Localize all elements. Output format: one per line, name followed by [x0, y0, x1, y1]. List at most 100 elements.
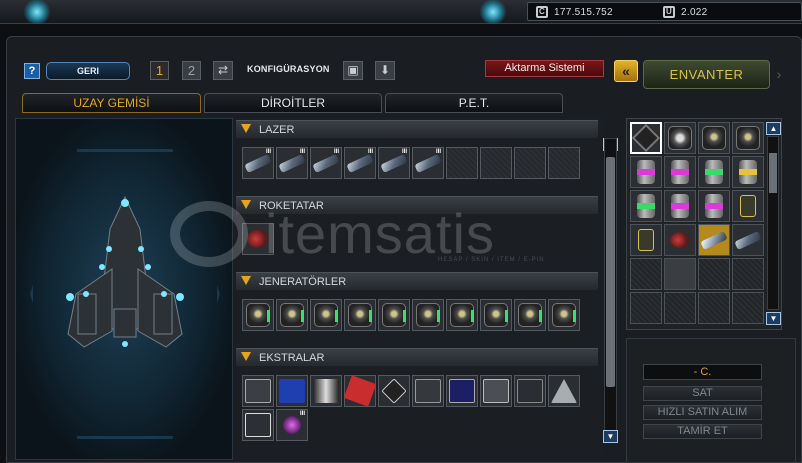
generator-slot[interactable]	[514, 299, 546, 331]
rocket-launcher-slot[interactable]	[242, 223, 274, 255]
ammo-canister-icon	[705, 194, 723, 218]
ammo-canister-icon	[637, 160, 655, 184]
extra-slot[interactable]	[548, 375, 580, 407]
generator-slot[interactable]	[548, 299, 580, 331]
transfer-system-button[interactable]: Aktarma Sistemi	[485, 60, 604, 77]
generator-slot[interactable]	[480, 299, 512, 331]
inventory-item[interactable]	[664, 156, 696, 188]
save-icon[interactable]: ▣	[343, 61, 363, 80]
help-button[interactable]: ?	[24, 63, 40, 79]
generator-slots	[242, 299, 580, 331]
inventory-item[interactable]	[664, 122, 696, 154]
inventory-item[interactable]	[630, 122, 662, 154]
collapse-arrow-icon[interactable]: «	[614, 60, 638, 82]
inventory-item[interactable]	[664, 224, 696, 256]
tab-drones[interactable]: DİROİTLER	[204, 93, 382, 113]
empty-inventory-slot[interactable]	[630, 258, 662, 290]
extra-slot[interactable]	[276, 375, 308, 407]
uridium-display: U 2.022	[663, 4, 708, 20]
empty-inventory-slot[interactable]	[630, 292, 662, 324]
empty-slot[interactable]	[548, 147, 580, 179]
ammo-canister-icon	[739, 160, 757, 184]
empty-inventory-slot[interactable]	[698, 258, 730, 290]
credits-display: C 177.515.752	[536, 4, 613, 20]
battery-icon	[638, 229, 654, 251]
extra-slot[interactable]	[480, 375, 512, 407]
laser-icon	[414, 153, 442, 173]
extra-slot[interactable]	[242, 375, 274, 407]
extra-slot[interactable]	[378, 375, 410, 407]
extra-slot[interactable]	[242, 409, 274, 441]
config-1-button[interactable]: 1	[150, 61, 169, 80]
empty-slot[interactable]	[514, 147, 546, 179]
config-2-button[interactable]: 2	[182, 61, 201, 80]
generator-slot[interactable]	[242, 299, 274, 331]
extra-slot[interactable]	[310, 375, 342, 407]
tab-spaceship[interactable]: UZAY GEMİSİ	[22, 93, 201, 113]
generator-slot[interactable]	[412, 299, 444, 331]
battery-icon	[740, 195, 756, 217]
equipment-scrollbar[interactable]	[604, 138, 617, 443]
inventory-item[interactable]	[698, 122, 730, 154]
generator-slot[interactable]	[276, 299, 308, 331]
empty-inventory-slot[interactable]	[732, 292, 764, 324]
memory-chip-icon	[449, 379, 475, 403]
inventory-item[interactable]	[732, 156, 764, 188]
laser-slot[interactable]: III	[344, 147, 376, 179]
empty-slot[interactable]	[446, 147, 478, 179]
laser-slot[interactable]: III	[378, 147, 410, 179]
inventory-item[interactable]	[732, 224, 764, 256]
chevron-right-icon[interactable]: ›	[772, 62, 786, 86]
section-laser-header[interactable]: LAZER	[236, 120, 598, 138]
config-swap-icon[interactable]: ⇄	[213, 61, 233, 80]
extra-slot[interactable]	[343, 375, 377, 407]
orb-icon	[283, 416, 301, 434]
inventory-scroll-up-icon[interactable]: ▲	[766, 122, 781, 135]
empty-inventory-slot[interactable]	[664, 292, 696, 324]
empty-slot[interactable]	[480, 147, 512, 179]
section-generators-header[interactable]: JENERATÖRLER	[236, 272, 598, 290]
inventory-grid	[630, 122, 764, 324]
sell-button[interactable]: SAT	[643, 386, 762, 401]
laser-icon	[380, 153, 408, 173]
inventory-item[interactable]	[732, 190, 764, 222]
laser-slot[interactable]: III	[276, 147, 308, 179]
inventory-scroll-down-icon[interactable]: ▼	[766, 312, 781, 325]
empty-inventory-slot[interactable]	[732, 258, 764, 290]
extra-slot[interactable]	[446, 375, 478, 407]
inventory-item[interactable]	[630, 156, 662, 188]
generator-slot[interactable]	[344, 299, 376, 331]
back-button[interactable]: GERI	[46, 62, 130, 80]
inventory-scrollbar[interactable]	[767, 136, 779, 310]
extra-slot[interactable]: III	[276, 409, 308, 441]
laser-slot[interactable]: III	[412, 147, 444, 179]
generator-icon	[736, 126, 760, 150]
generator-slot[interactable]	[378, 299, 410, 331]
inventory-item[interactable]	[630, 224, 662, 256]
repair-button[interactable]: TAMİR ET	[643, 424, 762, 439]
empty-inventory-slot[interactable]	[664, 258, 696, 290]
inventory-item[interactable]	[698, 190, 730, 222]
rocket-slots	[242, 223, 274, 255]
laser-slot[interactable]: III	[310, 147, 342, 179]
generator-slot[interactable]	[446, 299, 478, 331]
inventory-item[interactable]	[630, 190, 662, 222]
inventory-item[interactable]	[732, 122, 764, 154]
inventory-item[interactable]	[664, 190, 696, 222]
inventory-item[interactable]	[698, 224, 730, 256]
section-extras-header[interactable]: EKSTRALAR	[236, 348, 598, 366]
extra-slot[interactable]	[514, 375, 546, 407]
generator-slot[interactable]	[310, 299, 342, 331]
laser-slot[interactable]: III	[242, 147, 274, 179]
tab-pet[interactable]: P.E.T.	[385, 93, 563, 113]
inventory-item[interactable]	[698, 156, 730, 188]
inventory-title[interactable]: ENVANTER	[643, 60, 770, 89]
section-rocket-header[interactable]: ROKETATAR	[236, 196, 598, 214]
quick-buy-button[interactable]: HIZLI SATIN ALIM	[643, 405, 762, 420]
extra-slot[interactable]	[412, 375, 444, 407]
download-icon[interactable]: ⬇	[375, 61, 395, 80]
scroll-down-icon[interactable]: ▼	[603, 430, 618, 443]
empty-inventory-slot[interactable]	[698, 292, 730, 324]
laser-icon	[734, 230, 762, 250]
uridium-icon: U	[663, 6, 675, 18]
